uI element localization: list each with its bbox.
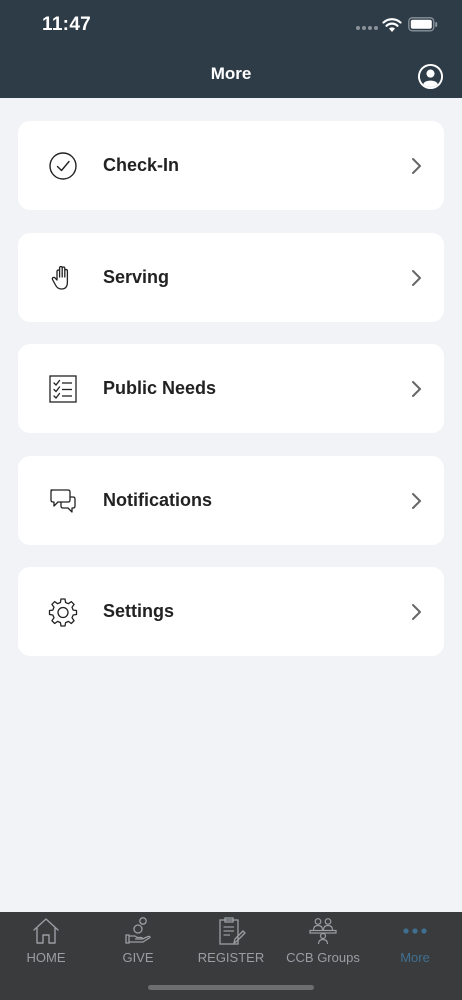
give-icon [125,917,151,944]
cellular-signal-icon [356,26,378,30]
check-circle-icon [49,152,77,180]
status-time: 11:47 [42,14,92,35]
page-title: More [210,64,252,83]
tab-register[interactable]: REGISTER [185,912,277,972]
chevron-right-icon [412,604,421,620]
groups-icon [309,918,337,945]
home-icon [33,918,59,944]
menu-item-label: Check-In [103,155,180,175]
more-icon [403,928,427,934]
tab-label: HOME [26,950,66,965]
app-header: 11:47 More [0,0,462,98]
tab-ccb-groups[interactable]: CCB Groups [277,912,369,972]
hand-icon [51,265,69,290]
wifi-icon [382,18,402,32]
menu-item-public-needs[interactable]: Public Needs [18,344,444,433]
menu-item-label: Public Needs [103,378,217,398]
chevron-right-icon [412,269,421,286]
checklist-icon [49,375,77,403]
chevron-right-icon [412,492,421,509]
tab-home[interactable]: HOME [0,912,92,972]
menu-item-serving[interactable]: Serving [18,232,444,322]
tab-give[interactable]: GIVE [92,912,184,972]
gear-icon [48,598,78,627]
chevron-right-icon [412,158,421,174]
tab-label: More [400,950,430,965]
chevron-right-icon [412,381,421,397]
more-menu-list: Check-In Serving Public Needs Notificati… [18,121,444,679]
chat-bubbles-icon [50,488,76,513]
tab-more[interactable]: More [369,912,461,972]
profile-icon[interactable] [417,63,444,90]
menu-item-label: Serving [103,266,170,287]
menu-item-notifications[interactable]: Notifications [18,455,444,545]
home-indicator [148,985,314,990]
tab-label: CCB Groups [286,950,360,965]
menu-item-label: Settings [103,601,175,621]
tab-label: REGISTER [197,950,265,965]
menu-item-check-in[interactable]: Check-In [18,121,444,210]
tab-label: GIVE [122,950,154,965]
clipboard-icon [219,917,246,945]
battery-icon [408,17,438,32]
menu-item-settings[interactable]: Settings [18,567,444,656]
menu-item-label: Notifications [103,489,213,510]
